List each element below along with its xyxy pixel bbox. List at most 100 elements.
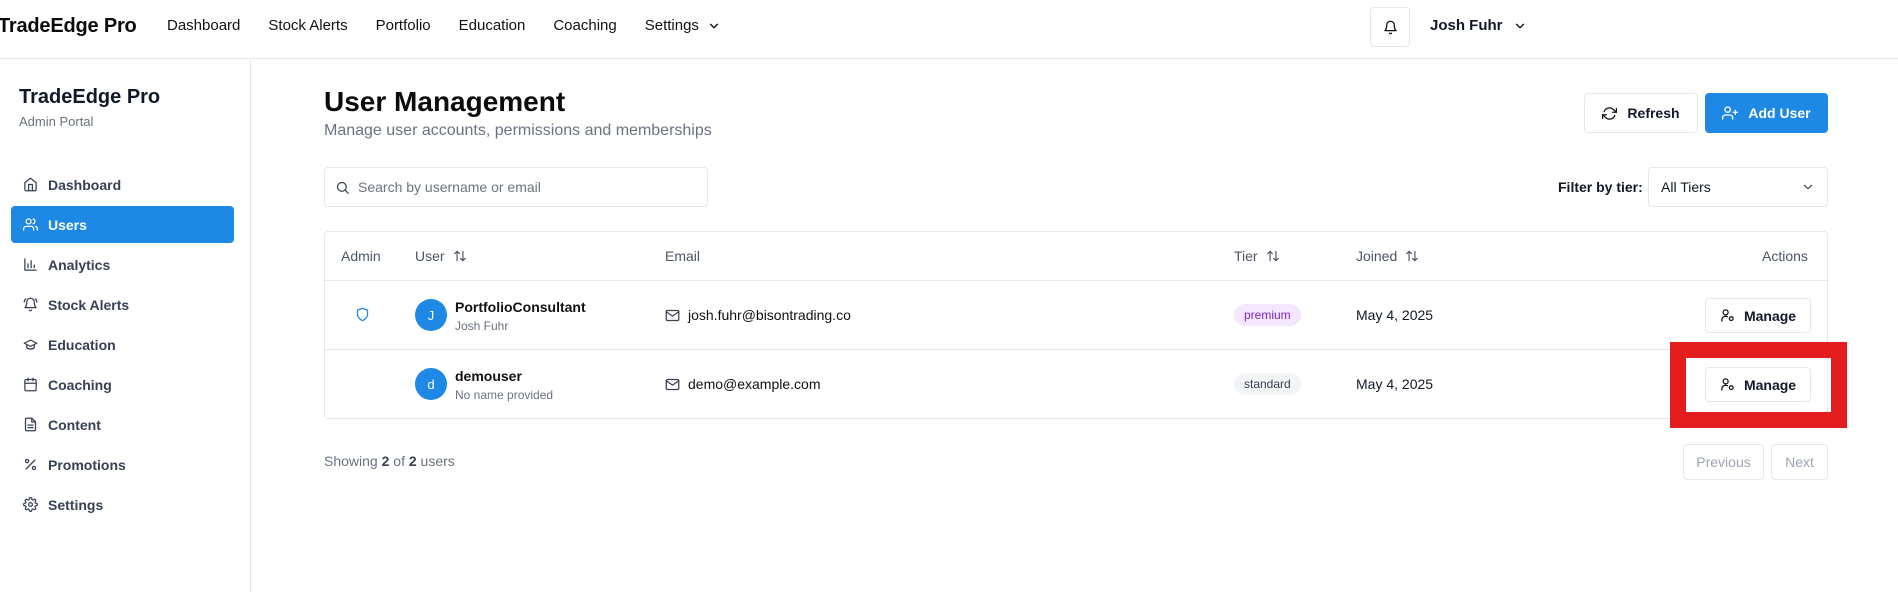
sidebar-menu: Dashboard Users Analytics Stock Alerts E…: [11, 166, 234, 526]
sidebar-item-label: Coaching: [48, 376, 112, 393]
user-full-name: No name provided: [455, 388, 554, 402]
sort-icon: [1266, 250, 1279, 262]
add-user-label: Add User: [1748, 105, 1811, 121]
column-admin: Admin: [341, 248, 381, 264]
sidebar-item-label: Content: [48, 416, 101, 433]
sidebar-item-stock-alerts[interactable]: Stock Alerts: [11, 286, 234, 323]
column-tier-label: Tier: [1234, 248, 1258, 264]
sidebar-item-label: Education: [48, 336, 116, 353]
percent-icon: [24, 458, 37, 471]
sidebar-item-settings[interactable]: Settings: [11, 486, 234, 523]
topnav-coaching[interactable]: Coaching: [553, 17, 616, 34]
topnav-dashboard[interactable]: Dashboard: [167, 17, 240, 34]
topnav-settings[interactable]: Settings: [645, 17, 721, 34]
tier-badge: standard: [1234, 373, 1301, 395]
search-input[interactable]: [358, 179, 688, 195]
column-user-label: User: [415, 248, 445, 264]
sidebar-item-label: Stock Alerts: [48, 296, 130, 313]
results-suffix: users: [420, 453, 455, 469]
search-icon: [336, 181, 349, 194]
column-tier[interactable]: Tier: [1234, 248, 1280, 264]
topnav-stock-alerts[interactable]: Stock Alerts: [268, 17, 347, 34]
column-joined[interactable]: Joined: [1356, 248, 1419, 264]
email-text: josh.fuhr@bisontrading.co: [688, 307, 851, 323]
chevron-down-icon: [1803, 184, 1813, 190]
topnav-portfolio[interactable]: Portfolio: [376, 17, 431, 34]
refresh-icon: [1602, 106, 1618, 120]
users-icon: [23, 218, 38, 231]
refresh-button[interactable]: Refresh: [1584, 93, 1698, 133]
table-header: Admin User Email Tier Joined Actions: [325, 232, 1827, 281]
results-total-value: 2: [408, 453, 417, 469]
app-logo-text[interactable]: TradeEdge Pro: [0, 15, 137, 38]
mail-icon: [665, 309, 680, 321]
column-admin-label: Admin: [341, 248, 381, 264]
sidebar-item-users[interactable]: Users: [11, 206, 234, 243]
user-menu[interactable]: Josh Fuhr: [1430, 17, 1527, 34]
topnav-education-label: Education: [458, 17, 526, 34]
sidebar-item-promotions[interactable]: Promotions: [11, 446, 234, 483]
topnav-coaching-label: Coaching: [553, 17, 617, 34]
user-plus-icon: [1722, 106, 1739, 120]
column-actions: Actions: [1762, 248, 1808, 264]
sidebar-item-dashboard[interactable]: Dashboard: [11, 166, 234, 203]
user-name: Josh Fuhr: [1430, 17, 1503, 34]
notifications-button[interactable]: [1370, 7, 1410, 47]
top-nav-links: Dashboard Stock Alerts Portfolio Educati…: [167, 17, 721, 34]
joined-date: May 4, 2025: [1356, 376, 1434, 392]
manage-button[interactable]: Manage: [1705, 298, 1811, 333]
sidebar: TradeEdge Pro Admin Portal Dashboard Use…: [0, 59, 251, 592]
joined-date: May 4, 2025: [1356, 307, 1434, 323]
sidebar-brand: TradeEdge Pro: [19, 86, 161, 108]
user-full-name: Josh Fuhr: [455, 319, 509, 333]
highlight-box: [1670, 342, 1847, 428]
sidebar-item-content[interactable]: Content: [11, 406, 234, 443]
topnav-stock-alerts-label: Stock Alerts: [268, 17, 348, 34]
email-text: demo@example.com: [688, 376, 821, 392]
sort-icon: [1406, 250, 1419, 262]
column-actions-label: Actions: [1762, 248, 1808, 264]
table-row: J PortfolioConsultant Josh Fuhr josh.fuh…: [325, 281, 1827, 350]
refresh-label: Refresh: [1627, 105, 1680, 121]
results-of: of: [393, 453, 405, 469]
chevron-down-icon: [709, 23, 719, 28]
topnav-education[interactable]: Education: [459, 17, 526, 34]
sort-icon: [453, 250, 466, 262]
email-cell: demo@example.com: [665, 376, 821, 392]
filter-label: Filter by tier:: [1558, 179, 1643, 195]
home-icon: [24, 177, 37, 192]
page-subtitle: Manage user accounts, permissions and me…: [324, 122, 712, 139]
sidebar-item-label: Analytics: [48, 256, 111, 273]
page-title: User Management: [324, 86, 566, 117]
tier-filter-value: All Tiers: [1661, 179, 1711, 195]
topnav-dashboard-label: Dashboard: [167, 17, 241, 34]
sidebar-item-label: Promotions: [48, 456, 126, 473]
sidebar-item-coaching[interactable]: Coaching: [11, 366, 234, 403]
manage-label: Manage: [1743, 307, 1797, 324]
topnav-settings-label: Settings: [644, 17, 699, 34]
sidebar-subtitle: Admin Portal: [19, 114, 94, 129]
results-count: Showing 2 of 2 users: [324, 453, 455, 469]
previous-page-button[interactable]: Previous: [1683, 444, 1764, 480]
avatar: J: [415, 299, 447, 331]
column-joined-label: Joined: [1356, 248, 1398, 264]
sidebar-item-education[interactable]: Education: [11, 326, 234, 363]
search-box: [324, 167, 708, 207]
sidebar-item-label: Users: [48, 216, 87, 233]
chevron-down-icon: [1515, 23, 1524, 28]
users-table: Admin User Email Tier Joined Actions J P…: [324, 231, 1828, 419]
results-count-value: 2: [381, 453, 390, 469]
calendar-icon: [24, 377, 37, 392]
tier-filter-select[interactable]: All Tiers: [1648, 167, 1828, 207]
next-page-button[interactable]: Next: [1771, 444, 1828, 480]
column-email-label: Email: [665, 248, 701, 264]
user-cog-icon: [1721, 309, 1734, 322]
sidebar-item-analytics[interactable]: Analytics: [11, 246, 234, 283]
gear-icon: [23, 497, 38, 512]
add-user-button[interactable]: Add User: [1705, 93, 1828, 133]
bell-icon: [1383, 20, 1397, 34]
topnav-portfolio-label: Portfolio: [375, 17, 431, 34]
column-email: Email: [665, 248, 700, 264]
column-user[interactable]: User: [415, 248, 467, 264]
shield-icon: [356, 307, 369, 322]
